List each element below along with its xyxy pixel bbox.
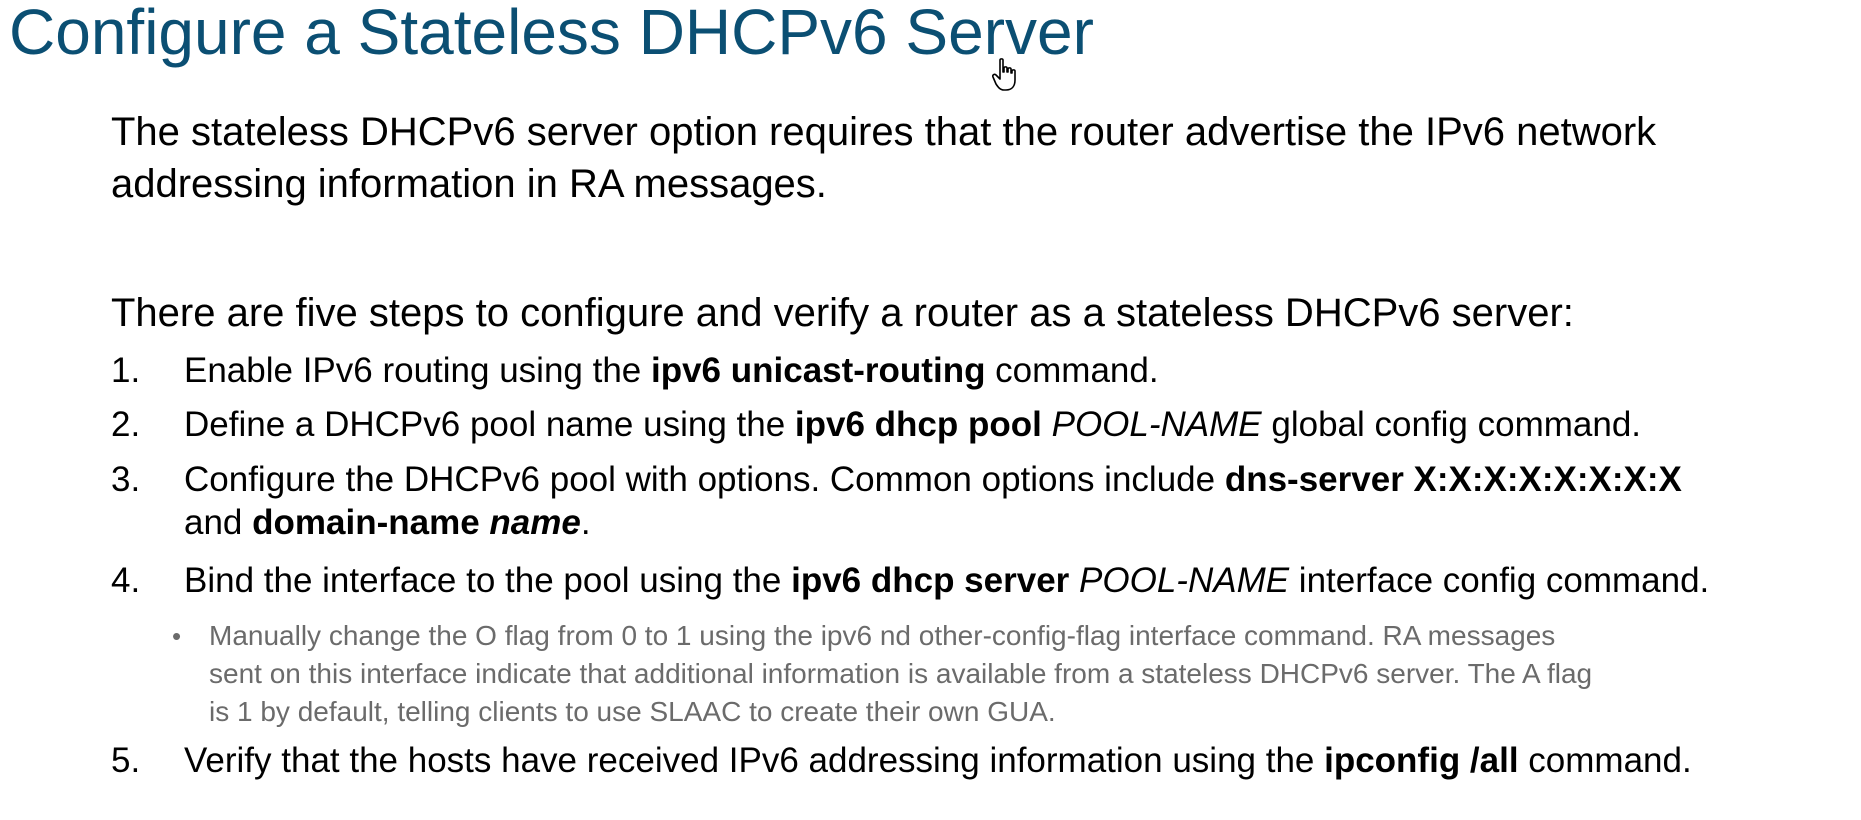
step-text-plain: and <box>184 503 253 542</box>
intro-paragraph: The stateless DHCPv6 server option requi… <box>111 110 1657 206</box>
steps-intro: There are five steps to configure and ve… <box>111 291 1574 335</box>
step-number: 3. <box>111 460 141 499</box>
argument-text: POOL-NAME <box>1051 405 1262 444</box>
command-text: domain-name <box>252 503 480 542</box>
step-text-plain: Verify that the hosts have received IPv6… <box>184 741 1325 780</box>
command-text: dns-server X:X:X:X:X:X:X:X <box>1224 460 1682 499</box>
argument-text: POOL-NAME <box>1079 561 1290 600</box>
sub-bullet-line: Manually change the O flag from 0 to 1 u… <box>209 620 1556 651</box>
step-text-plain: interface config command. <box>1289 561 1710 600</box>
step-text: Configure the DHCPv6 pool with options. … <box>184 458 1682 544</box>
step-text-plain: . <box>580 503 591 542</box>
step-text: Define a DHCPv6 pool name using the ipv6… <box>184 403 1641 446</box>
bullet-dot: • <box>172 621 182 651</box>
argument-text: name <box>489 503 581 542</box>
command-text: ipv6 unicast-routing <box>650 351 986 390</box>
step-text-plain: Enable IPv6 routing using the <box>184 351 651 390</box>
step-text-plain: command. <box>1518 741 1692 780</box>
step-number: 1. <box>111 351 141 390</box>
command-text: ipv6 dhcp server <box>791 561 1070 600</box>
step-text-plain: Define a DHCPv6 pool name using the <box>184 405 795 444</box>
sub-bullet-line: is 1 by default, telling clients to use … <box>209 696 1056 727</box>
command-text: ipv6 dhcp pool <box>794 405 1042 444</box>
hand-pointer-icon <box>992 58 1016 91</box>
sub-bullet-text: Manually change the O flag from 0 to 1 u… <box>209 617 1592 731</box>
step-text: Bind the interface to the pool using the… <box>184 559 1709 602</box>
command-text: ipconfig /all <box>1324 741 1519 780</box>
step-number: 2. <box>111 405 141 444</box>
step-text-plain: Configure the DHCPv6 pool with options. … <box>184 460 1225 499</box>
slide-title: Configure a Stateless DHCPv6 Server <box>9 0 1094 68</box>
step-text-plain: command. <box>985 351 1159 390</box>
sub-bullet-line: sent on this interface indicate that add… <box>209 658 1593 689</box>
step-text-plain: global config command. <box>1261 405 1642 444</box>
step-number: 5. <box>111 741 141 780</box>
step-number: 4. <box>111 561 141 600</box>
step-text: Verify that the hosts have received IPv6… <box>184 739 1692 782</box>
step-text-plain: Bind the interface to the pool using the <box>184 561 792 600</box>
slide: Configure a Stateless DHCPv6 Server The … <box>0 0 1861 820</box>
step-text: Enable IPv6 routing using the ipv6 unica… <box>184 349 1159 392</box>
